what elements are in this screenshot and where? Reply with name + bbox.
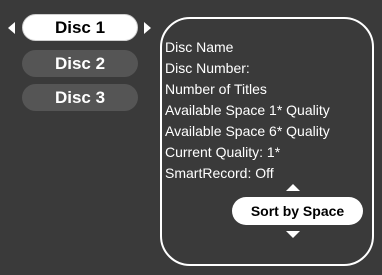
arrow-up-icon[interactable]	[286, 184, 300, 191]
number-of-titles-label: Number of Titles	[165, 81, 267, 97]
disc-name-label: Disc Name	[165, 39, 234, 55]
disc-tab-2[interactable]: Disc 2	[22, 50, 138, 77]
sort-by-space-button[interactable]: Sort by Space	[232, 197, 363, 225]
current-quality-label: Current Quality: 1*	[165, 144, 281, 160]
disc-tab-3[interactable]: Disc 3	[22, 84, 138, 111]
disc-tab-1[interactable]: Disc 1	[22, 14, 138, 41]
available-space-1-label: Available Space 1* Quality	[165, 102, 330, 118]
smartrecord-label: SmartRecord: Off	[165, 165, 274, 181]
arrow-down-icon[interactable]	[286, 231, 300, 238]
available-space-6-label: Available Space 6* Quality	[165, 123, 330, 139]
arrow-left-icon[interactable]	[8, 22, 15, 34]
arrow-right-icon[interactable]	[144, 22, 151, 34]
disc-number-label: Disc Number:	[165, 60, 250, 76]
